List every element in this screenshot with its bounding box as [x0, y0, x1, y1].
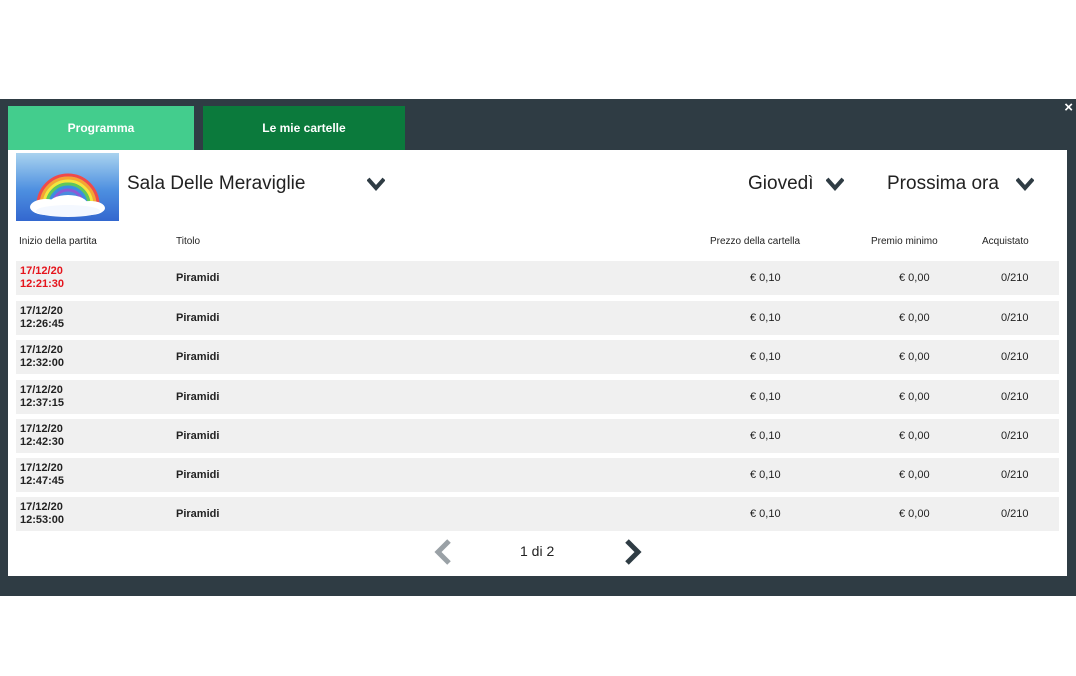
start-time-cell: 17/12/20 12:53:00 [20, 501, 65, 526]
prize-cell: € 0,00 [899, 272, 930, 284]
table-row[interactable]: 17/12/20 12:37:15 Piramidi € 0,10 € 0,00 … [16, 380, 1059, 414]
price-cell: € 0,10 [750, 272, 781, 284]
price-cell: € 0,10 [750, 469, 781, 481]
day-chevron-down-icon[interactable] [826, 177, 844, 191]
table-row[interactable]: 17/12/20 12:32:00 Piramidi € 0,10 € 0,00 … [16, 340, 1059, 374]
prize-cell: € 0,00 [899, 351, 930, 363]
column-header-start: Inizio della partita [19, 236, 97, 247]
title-cell: Piramidi [176, 391, 220, 403]
price-cell: € 0,10 [750, 351, 781, 363]
prize-cell: € 0,00 [899, 508, 930, 520]
title-cell: Piramidi [176, 469, 220, 481]
room-thumbnail [16, 153, 119, 221]
hour-selector[interactable]: Prossima ora [887, 173, 999, 195]
price-cell: € 0,10 [750, 391, 781, 403]
prize-cell: € 0,00 [899, 391, 930, 403]
rainbow-cloud-image [30, 173, 105, 217]
tab-le-mie-cartelle-label: Le mie cartelle [262, 121, 346, 135]
column-header-title: Titolo [176, 236, 201, 247]
bought-cell: 0/210 [1001, 351, 1029, 363]
room-name: Sala Delle Meraviglie [127, 173, 306, 194]
price-cell: € 0,10 [750, 312, 781, 324]
start-time-cell: 17/12/20 12:42:30 [20, 423, 65, 448]
column-header-bought: Acquistato [982, 236, 1029, 247]
column-header-price: Prezzo della cartella [710, 236, 801, 247]
previous-page-chevron-icon[interactable] [433, 539, 453, 565]
price-cell: € 0,10 [750, 508, 781, 520]
title-cell: Piramidi [176, 430, 220, 442]
hour-chevron-down-icon[interactable] [1016, 177, 1034, 191]
prize-cell: € 0,00 [899, 430, 930, 442]
room-chevron-down-icon[interactable] [367, 177, 385, 191]
bought-cell: 0/210 [1001, 391, 1029, 403]
title-cell: Piramidi [176, 351, 220, 363]
start-time-cell: 17/12/20 12:47:45 [20, 462, 65, 487]
start-time-cell: 17/12/20 12:21:30 [20, 265, 65, 290]
bought-cell: 0/210 [1001, 272, 1029, 284]
table-row[interactable]: 17/12/20 12:53:00 Piramidi € 0,10 € 0,00 … [16, 497, 1059, 531]
table-row[interactable]: 17/12/20 12:42:30 Piramidi € 0,10 € 0,00 … [16, 419, 1059, 453]
day-selector[interactable]: Giovedì [748, 173, 813, 195]
title-cell: Piramidi [176, 272, 220, 284]
start-time-cell: 17/12/20 12:32:00 [20, 344, 65, 369]
table-row[interactable]: 17/12/20 12:26:45 Piramidi € 0,10 € 0,00 … [16, 301, 1059, 335]
bought-cell: 0/210 [1001, 430, 1029, 442]
next-page-chevron-icon[interactable] [623, 539, 643, 565]
bought-cell: 0/210 [1001, 312, 1029, 324]
bought-cell: 0/210 [1001, 469, 1029, 481]
close-icon[interactable]: × [1064, 100, 1073, 116]
prize-cell: € 0,00 [899, 312, 930, 324]
page-indicator: 1 di 2 [520, 543, 555, 559]
column-header-prize: Premio minimo [871, 236, 938, 247]
table-row[interactable]: 17/12/20 12:47:45 Piramidi € 0,10 € 0,00 … [16, 458, 1059, 492]
tab-programma-label: Programma [67, 121, 135, 135]
tab-programma[interactable]: Programma [8, 106, 194, 150]
start-time-cell: 17/12/20 12:26:45 [20, 305, 65, 330]
schedule-dialog: × Programma Le mie cartelle Sala Delle M… [0, 99, 1076, 596]
schedule-panel: Sala Delle Meraviglie Giovedì Prossima o… [8, 150, 1067, 576]
tab-le-mie-cartelle[interactable]: Le mie cartelle [203, 106, 405, 150]
title-cell: Piramidi [176, 312, 220, 324]
bought-cell: 0/210 [1001, 508, 1029, 520]
table-row[interactable]: 17/12/20 12:21:30 Piramidi € 0,10 € 0,00 … [16, 261, 1059, 295]
start-time-cell: 17/12/20 12:37:15 [20, 384, 65, 409]
prize-cell: € 0,00 [899, 469, 930, 481]
title-cell: Piramidi [176, 508, 220, 520]
price-cell: € 0,10 [750, 430, 781, 442]
